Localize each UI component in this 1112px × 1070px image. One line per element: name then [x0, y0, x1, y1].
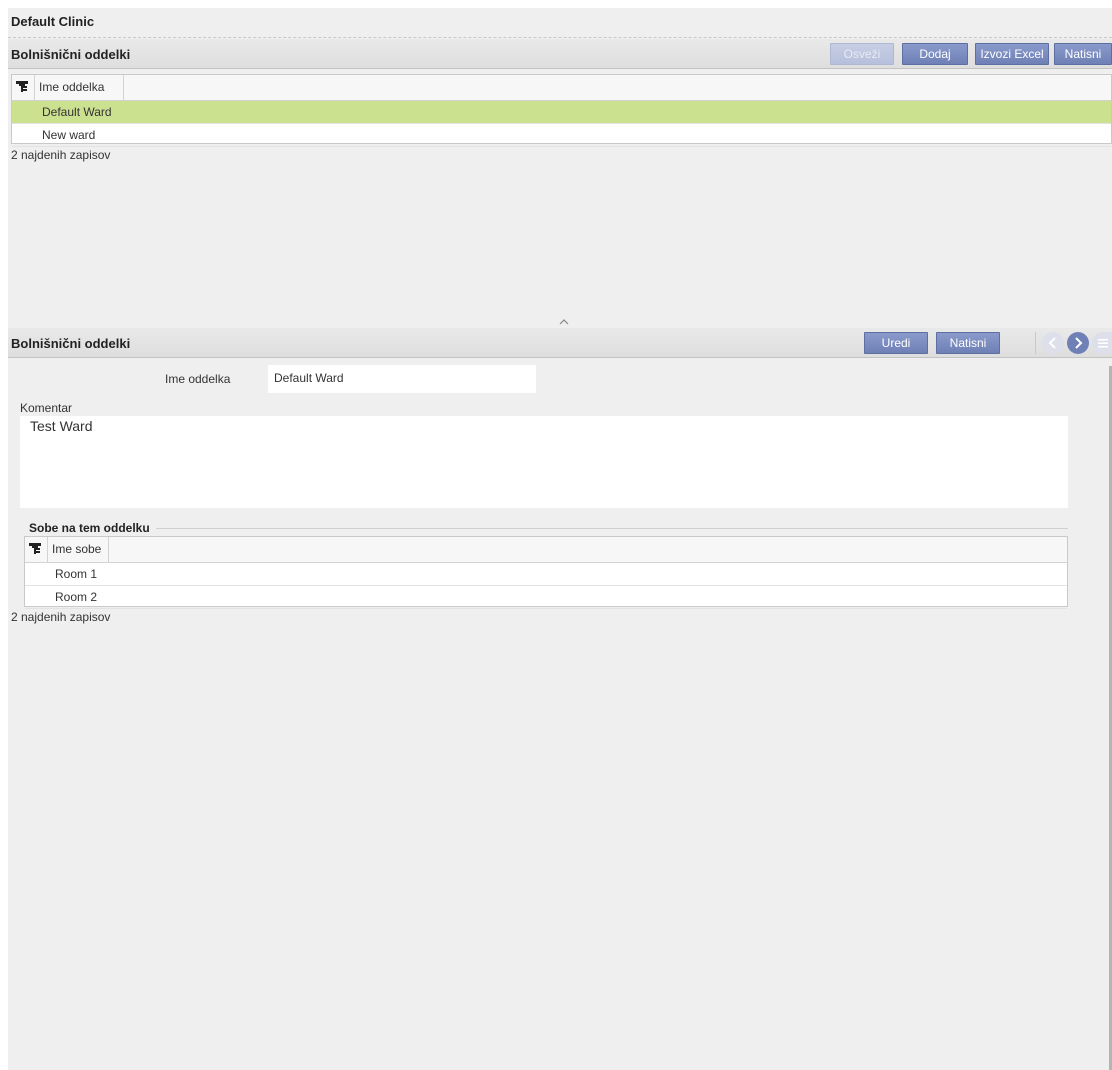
splitter-collapse-icon[interactable] — [559, 317, 569, 327]
refresh-button[interactable]: Osveži — [830, 43, 894, 65]
ward-name-label: Ime oddelka — [165, 372, 231, 386]
column-room-name[interactable]: Ime sobe — [47, 537, 109, 562]
rooms-record-count: 2 najdenih zapisov — [11, 610, 111, 624]
add-button[interactable]: Dodaj — [902, 43, 968, 65]
wards-record-count: 2 najdenih zapisov — [11, 148, 111, 162]
filter-icon[interactable] — [28, 542, 42, 556]
rooms-legend-line — [156, 528, 1068, 529]
column-ward-name[interactable]: Ime oddelka — [34, 75, 124, 100]
room-row[interactable]: Room 2 — [25, 586, 1067, 609]
rooms-grid: Ime sobe Room 1 Room 2 — [24, 536, 1068, 609]
rooms-legend: Sobe na tem oddelku — [29, 521, 150, 535]
filter-icon[interactable] — [15, 80, 29, 94]
print-detail-button[interactable]: Natisni — [936, 332, 1000, 354]
clinic-bar: Default Clinic — [8, 8, 1112, 38]
print-list-button[interactable]: Natisni — [1054, 43, 1112, 65]
comment-label: Komentar — [20, 401, 73, 415]
next-record-button[interactable] — [1067, 332, 1089, 354]
chevron-left-icon — [1048, 337, 1056, 349]
comment-field[interactable]: Test Ward — [20, 416, 1068, 508]
export-excel-button[interactable]: Izvozi Excel — [975, 43, 1049, 65]
room-row[interactable]: Room 1 — [25, 563, 1067, 586]
ward-name-field[interactable]: Default Ward — [268, 365, 536, 393]
nav-separator — [1035, 332, 1036, 354]
wards-list-title: Bolnišnični oddelki — [11, 47, 131, 62]
app-window: Default Clinic Bolnišnični oddelki Osvež… — [8, 8, 1112, 1070]
clinic-title: Default Clinic — [11, 14, 95, 29]
previous-record-button[interactable] — [1042, 332, 1064, 354]
rooms-grid-header: Ime sobe — [25, 537, 1067, 563]
wards-grid-header: Ime oddelka — [12, 75, 1111, 101]
edit-button[interactable]: Uredi — [864, 332, 928, 354]
list-icon — [1098, 339, 1108, 348]
ward-detail-title: Bolnišnični oddelki — [11, 336, 131, 351]
wards-list-header: Bolnišnični oddelki Osveži Dodaj Izvozi … — [8, 39, 1112, 69]
ward-row-selected[interactable]: Default Ward — [12, 101, 1111, 124]
record-list-button[interactable] — [1092, 332, 1112, 354]
ward-row[interactable]: New ward — [12, 124, 1111, 147]
ward-detail-header: Bolnišnični oddelki Uredi Natisni — [8, 328, 1112, 358]
chevron-right-icon — [1075, 337, 1083, 349]
wards-grid: Ime oddelka Default Ward New ward — [11, 74, 1112, 147]
